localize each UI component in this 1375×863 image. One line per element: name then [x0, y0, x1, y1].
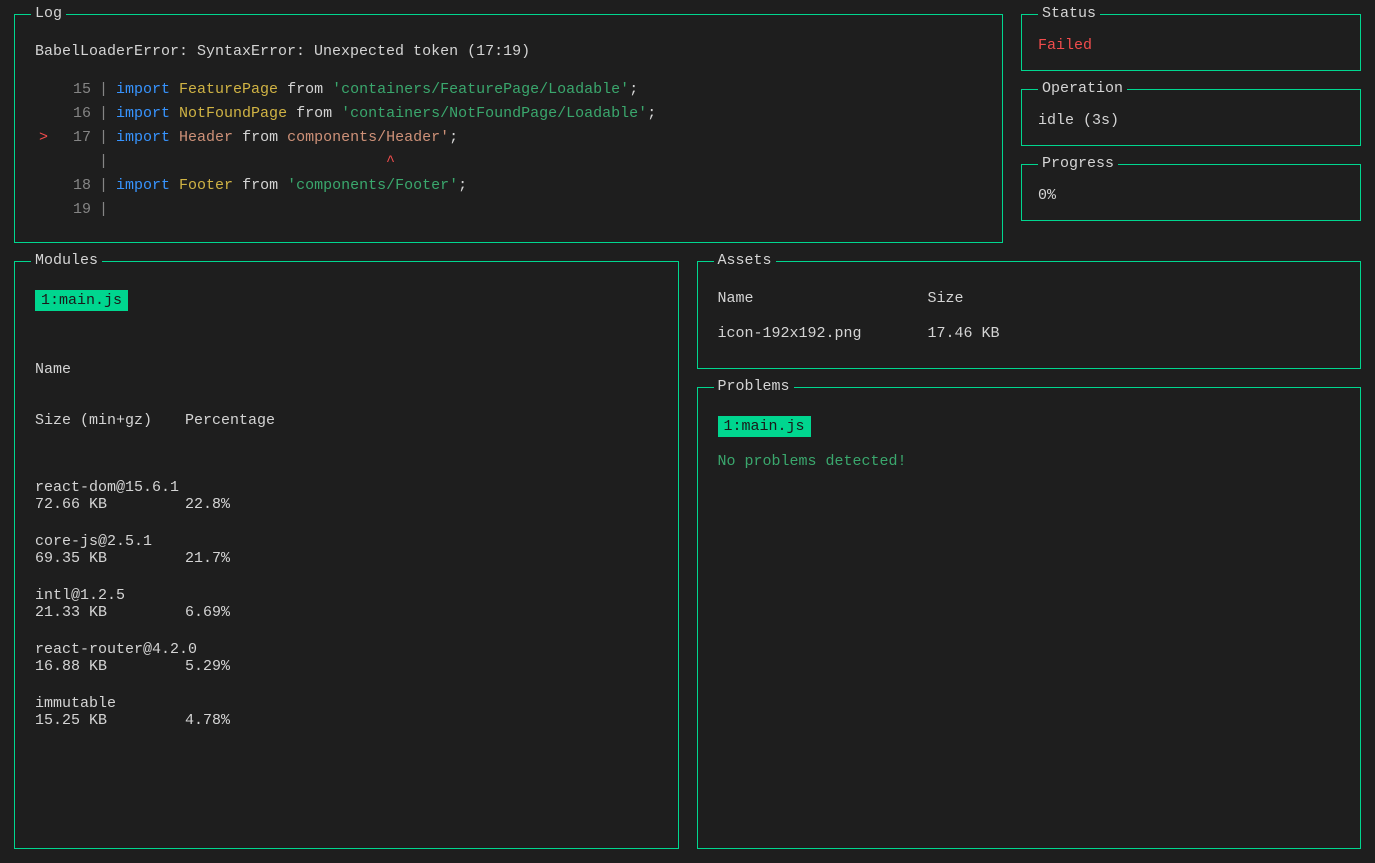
- problems-message: No problems detected!: [718, 453, 1341, 470]
- module-size: 21.33 KB: [35, 604, 185, 621]
- operation-panel: Operation idle (3s): [1021, 89, 1361, 146]
- log-error-message: BabelLoaderError: SyntaxError: Unexpecte…: [35, 43, 982, 60]
- error-caret-icon: ^: [116, 153, 395, 170]
- progress-title: Progress: [1038, 155, 1118, 172]
- module-name: immutable: [35, 695, 658, 712]
- module-size: 72.66 KB: [35, 496, 185, 513]
- asset-size: 17.46 KB: [928, 325, 1000, 342]
- error-marker-icon: >: [35, 126, 55, 150]
- problems-panel: Problems 1:main.js No problems detected!: [697, 387, 1362, 849]
- modules-header-name: Name: [35, 361, 658, 378]
- problems-badge[interactable]: 1:main.js: [718, 416, 811, 437]
- progress-value: 0%: [1038, 187, 1344, 204]
- module-row: intl@1.2.521.33 KB6.69%: [35, 587, 658, 621]
- log-title: Log: [31, 5, 66, 22]
- modules-header-pct: Percentage: [185, 412, 275, 429]
- log-panel: Log BabelLoaderError: SyntaxError: Unexp…: [14, 14, 1003, 243]
- modules-title: Modules: [31, 252, 102, 269]
- operation-title: Operation: [1038, 80, 1127, 97]
- assets-panel: Assets Name Size icon-192x192.png17.46 K…: [697, 261, 1362, 369]
- modules-badge[interactable]: 1:main.js: [35, 290, 128, 311]
- module-percentage: 4.78%: [185, 712, 230, 729]
- assets-header-size: Size: [928, 290, 964, 307]
- module-percentage: 6.69%: [185, 604, 230, 621]
- code-line: 19|: [35, 198, 982, 222]
- line-number: 16: [55, 102, 91, 126]
- operation-value: idle (3s): [1038, 112, 1344, 129]
- modules-header-size: Size (min+gz): [35, 412, 185, 429]
- status-title: Status: [1038, 5, 1100, 22]
- module-percentage: 5.29%: [185, 658, 230, 675]
- line-number: 15: [55, 78, 91, 102]
- code-line: 16|import NotFoundPage from 'containers/…: [35, 102, 982, 126]
- module-row: react-dom@15.6.172.66 KB22.8%: [35, 479, 658, 513]
- assets-header-name: Name: [718, 290, 928, 307]
- module-row: react-router@4.2.016.88 KB5.29%: [35, 641, 658, 675]
- module-size: 15.25 KB: [35, 712, 185, 729]
- status-value: Failed: [1038, 37, 1344, 54]
- code-line: | ^: [35, 150, 982, 174]
- code-line: >17|import Header from components/Header…: [35, 126, 982, 150]
- module-size: 69.35 KB: [35, 550, 185, 567]
- problems-title: Problems: [714, 378, 794, 395]
- status-panel: Status Failed: [1021, 14, 1361, 71]
- progress-panel: Progress 0%: [1021, 164, 1361, 221]
- asset-name: icon-192x192.png: [718, 325, 928, 342]
- asset-row: icon-192x192.png17.46 KB: [718, 325, 1341, 342]
- code-line: 15|import FeaturePage from 'containers/F…: [35, 78, 982, 102]
- bottom-row: Modules 1:main.js Name Size (min+gz) Per…: [14, 261, 1361, 849]
- modules-panel: Modules 1:main.js Name Size (min+gz) Per…: [14, 261, 679, 849]
- modules-headers: Name Size (min+gz) Percentage: [35, 327, 658, 463]
- assets-title: Assets: [714, 252, 776, 269]
- error-marker-icon: [35, 174, 55, 198]
- assets-headers: Name Size: [718, 290, 1341, 307]
- log-code: 15|import FeaturePage from 'containers/F…: [35, 78, 982, 222]
- line-number: 17: [55, 126, 91, 150]
- error-marker-icon: [35, 102, 55, 126]
- error-marker-icon: [35, 78, 55, 102]
- code-line: 18|import Footer from 'components/Footer…: [35, 174, 982, 198]
- module-row: core-js@2.5.169.35 KB21.7%: [35, 533, 658, 567]
- module-name: intl@1.2.5: [35, 587, 658, 604]
- line-number: 18: [55, 174, 91, 198]
- status-sidebar: Status Failed Operation idle (3s) Progre…: [1021, 14, 1361, 243]
- module-name: react-dom@15.6.1: [35, 479, 658, 496]
- module-percentage: 21.7%: [185, 550, 230, 567]
- module-row: immutable15.25 KB4.78%: [35, 695, 658, 729]
- module-size: 16.88 KB: [35, 658, 185, 675]
- module-name: core-js@2.5.1: [35, 533, 658, 550]
- module-name: react-router@4.2.0: [35, 641, 658, 658]
- module-percentage: 22.8%: [185, 496, 230, 513]
